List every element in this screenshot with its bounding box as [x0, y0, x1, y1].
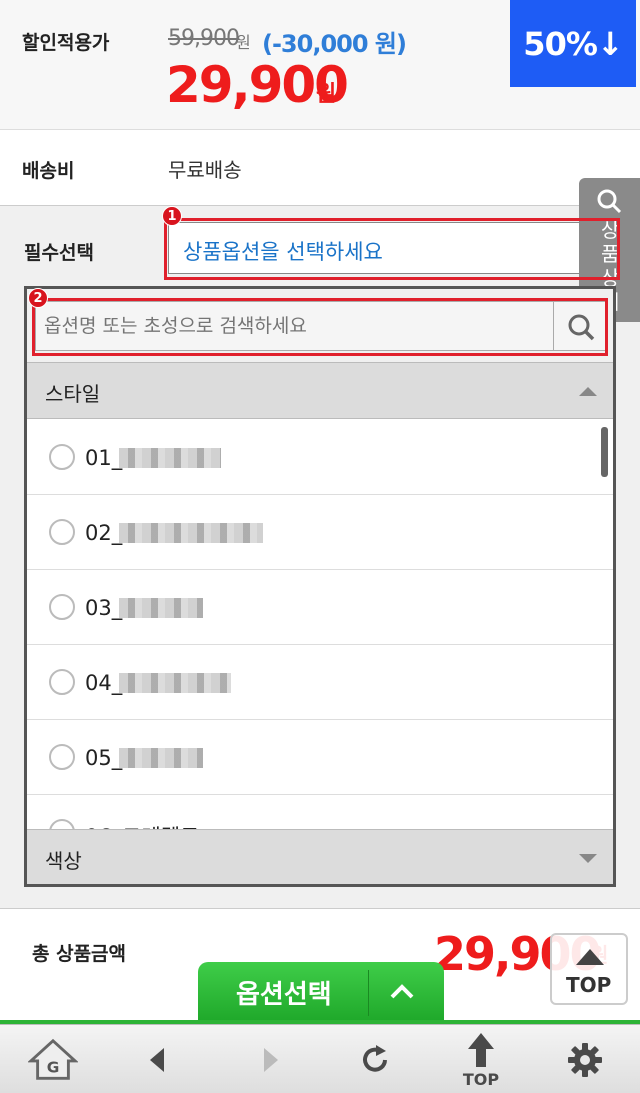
group-header-color[interactable]: 색상 — [27, 829, 613, 884]
page-top-button[interactable]: TOP — [456, 1031, 506, 1087]
discount-price-label: 할인적용가 — [22, 32, 110, 54]
option-label: 06_그레멜로 — [85, 821, 200, 829]
back-arrow-icon — [150, 1048, 164, 1072]
option-label: 03_ — [85, 596, 123, 620]
price-section: 할인적용가 59,900 원 (-30,000 원) 29,900 원 50%↓ — [0, 0, 640, 130]
chevron-up-icon — [579, 387, 597, 396]
list-item[interactable]: 03_ — [27, 570, 613, 645]
chevron-down-icon — [579, 854, 597, 863]
original-price-unit: 원 — [236, 33, 251, 52]
highlight-box-1 — [164, 218, 620, 280]
group-style-label: 스타일 — [45, 382, 101, 406]
annotation-marker-1: 1 — [162, 206, 182, 226]
blurred-text — [119, 748, 203, 768]
radio-button[interactable] — [49, 819, 75, 829]
list-item[interactable]: 05_ — [27, 720, 613, 795]
list-item[interactable]: 06_그레멜로 — [27, 795, 613, 829]
refresh-button[interactable] — [350, 1037, 400, 1083]
shipping-label: 배송비 — [22, 160, 75, 182]
discount-badge: 50%↓ — [510, 0, 636, 87]
settings-button[interactable] — [560, 1037, 610, 1083]
svg-text:G: G — [47, 1059, 60, 1077]
svg-text:TOP: TOP — [463, 1070, 500, 1087]
shipping-section: 배송비 무료배송 — [0, 130, 640, 206]
back-button[interactable] — [132, 1037, 182, 1083]
highlight-box-2 — [32, 298, 608, 356]
chevron-up-icon — [390, 984, 414, 999]
original-price: 59,900 — [168, 26, 240, 51]
home-button[interactable]: G — [28, 1037, 78, 1083]
option-dropdown-panel: 스타일 01_ 02_ 03_ 04_ 05_ — [24, 286, 616, 887]
discount-amount: (-30,000 원) — [262, 30, 407, 58]
blurred-text — [119, 673, 231, 693]
option-list: 01_ 02_ 03_ 04_ 05_ 06_그레멜로 — [27, 420, 613, 829]
total-label: 총 상품금액 — [32, 943, 127, 965]
group-color-label: 색상 — [45, 849, 82, 873]
blurred-text — [119, 448, 221, 468]
arrow-up-icon — [576, 949, 604, 965]
list-item[interactable]: 02_ — [27, 495, 613, 570]
radio-button[interactable] — [49, 669, 75, 695]
blurred-text — [119, 523, 263, 543]
bottom-nav-bar: G TOP — [0, 1024, 640, 1093]
option-label: 04_ — [85, 671, 123, 695]
option-label: 01_ — [85, 446, 123, 470]
forward-arrow-icon — [264, 1048, 278, 1072]
search-icon — [597, 189, 622, 214]
divider — [368, 970, 369, 1016]
group-header-style[interactable]: 스타일 — [27, 363, 613, 419]
annotation-marker-2: 2 — [28, 288, 48, 308]
refresh-icon — [363, 1045, 387, 1072]
option-select-tab[interactable]: 옵션선택 — [198, 962, 444, 1022]
arrow-up-icon: TOP — [463, 1033, 500, 1087]
radio-button[interactable] — [49, 519, 75, 545]
option-tab-label: 옵션선택 — [236, 980, 332, 1010]
blurred-text — [119, 598, 203, 618]
list-item[interactable]: 04_ — [27, 645, 613, 720]
list-item[interactable]: 01_ — [27, 420, 613, 495]
option-label: 02_ — [85, 521, 123, 545]
home-icon: G — [28, 1038, 78, 1080]
scrollbar[interactable] — [601, 427, 608, 477]
scroll-top-label: TOP — [566, 973, 612, 997]
forward-button[interactable] — [246, 1037, 296, 1083]
shipping-value: 무료배송 — [168, 158, 242, 182]
final-price-unit: 원 — [316, 82, 337, 107]
gear-icon — [568, 1043, 602, 1077]
required-option-label: 필수선택 — [24, 242, 94, 264]
option-label: 05_ — [85, 746, 123, 770]
scroll-top-button[interactable]: TOP — [550, 933, 628, 1005]
radio-button[interactable] — [49, 744, 75, 770]
radio-button[interactable] — [49, 444, 75, 470]
radio-button[interactable] — [49, 594, 75, 620]
